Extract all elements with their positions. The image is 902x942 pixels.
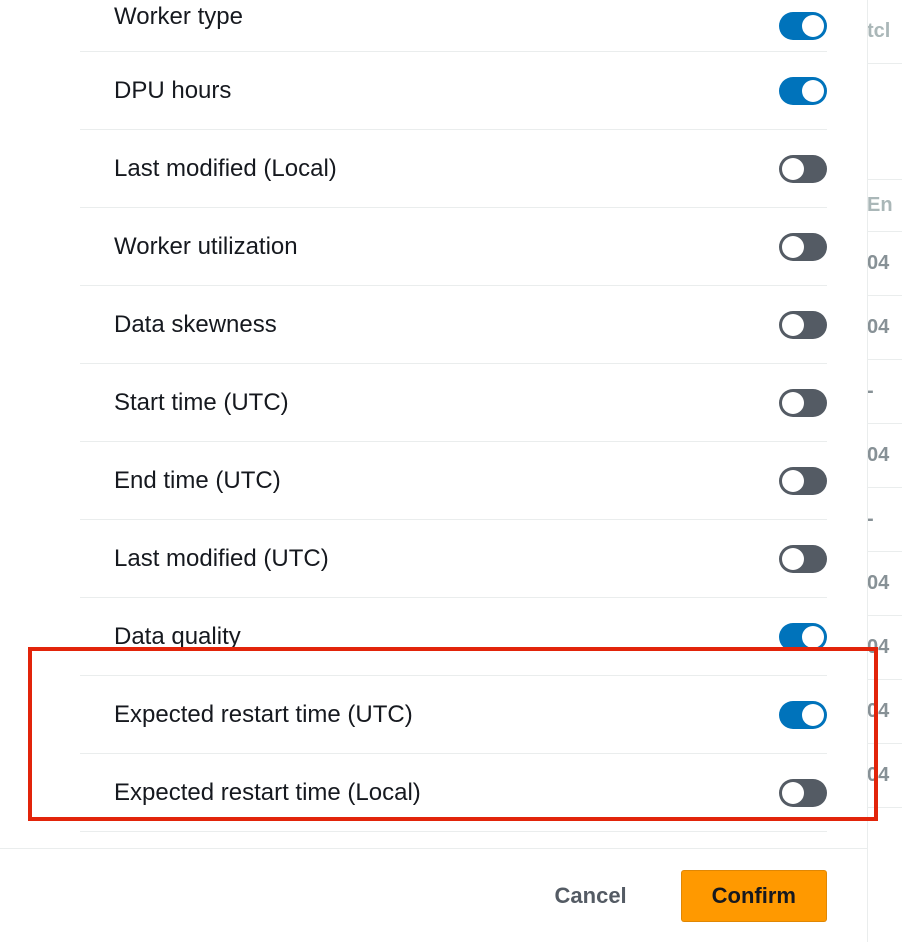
bg-col-header: tcl <box>863 0 902 64</box>
setting-label: Data quality <box>80 623 241 651</box>
setting-label: Data skewness <box>80 311 277 339</box>
setting-row: Expected restart time (UTC) <box>80 676 827 754</box>
setting-row: DPU hours <box>80 52 827 130</box>
cancel-button[interactable]: Cancel <box>525 870 657 922</box>
setting-toggle[interactable] <box>779 779 827 807</box>
setting-label: Expected restart time (Local) <box>80 779 421 807</box>
bg-col-header-2: En <box>863 180 902 232</box>
toggle-knob <box>782 158 804 180</box>
setting-row: Last modified (UTC) <box>80 520 827 598</box>
toggle-knob <box>802 15 824 37</box>
toggle-knob <box>782 392 804 414</box>
toggle-knob <box>782 236 804 258</box>
setting-toggle[interactable] <box>779 545 827 573</box>
background-table-fragment: tcl En 04 04 - 04 - 04 04 04 04 <box>862 0 902 942</box>
setting-label: DPU hours <box>80 77 231 105</box>
setting-toggle[interactable] <box>779 77 827 105</box>
bg-cell: 04 <box>863 232 902 296</box>
setting-label: Worker utilization <box>80 233 298 261</box>
setting-toggle[interactable] <box>779 389 827 417</box>
bg-cell: 04 <box>863 744 902 808</box>
setting-toggle[interactable] <box>779 12 827 40</box>
setting-toggle[interactable] <box>779 623 827 651</box>
setting-row: Data quality <box>80 598 827 676</box>
column-preferences-panel: Worker type DPU hours Last modified (Local… <box>0 0 868 942</box>
setting-toggle[interactable] <box>779 701 827 729</box>
bg-cell: 04 <box>863 424 902 488</box>
bg-cell: 04 <box>863 680 902 744</box>
bg-cell: - <box>863 488 902 552</box>
setting-row: Data skewness <box>80 286 827 364</box>
setting-label: Last modified (Local) <box>80 155 337 183</box>
setting-row: Start time (UTC) <box>80 364 827 442</box>
setting-toggle[interactable] <box>779 233 827 261</box>
toggle-list: Worker type DPU hours Last modified (Local… <box>0 0 867 848</box>
bg-cell: 04 <box>863 296 902 360</box>
dialog-footer: Cancel Confirm <box>0 848 867 942</box>
setting-label: Expected restart time (UTC) <box>80 701 413 729</box>
bg-cell: 04 <box>863 552 902 616</box>
setting-label: Worker type <box>80 3 243 31</box>
toggle-knob <box>782 782 804 804</box>
setting-label: Last modified (UTC) <box>80 545 329 573</box>
toggle-knob <box>802 626 824 648</box>
bg-header-text: tcl <box>867 20 890 43</box>
toggle-knob <box>802 80 824 102</box>
setting-toggle[interactable] <box>779 467 827 495</box>
setting-toggle[interactable] <box>779 155 827 183</box>
setting-label: Start time (UTC) <box>80 389 289 417</box>
bg-cell: 04 <box>863 616 902 680</box>
toggle-knob <box>782 314 804 336</box>
setting-row: Worker utilization <box>80 208 827 286</box>
setting-label: End time (UTC) <box>80 467 281 495</box>
bg-header-text-2: En <box>867 194 893 217</box>
toggle-knob <box>802 704 824 726</box>
toggle-knob <box>782 548 804 570</box>
setting-row: Worker type <box>80 0 827 52</box>
toggle-knob <box>782 470 804 492</box>
setting-row: End time (UTC) <box>80 442 827 520</box>
bg-cell: - <box>863 360 902 424</box>
setting-row: Expected restart time (Local) <box>80 754 827 832</box>
setting-row: Last modified (Local) <box>80 130 827 208</box>
setting-toggle[interactable] <box>779 311 827 339</box>
confirm-button[interactable]: Confirm <box>681 870 827 922</box>
